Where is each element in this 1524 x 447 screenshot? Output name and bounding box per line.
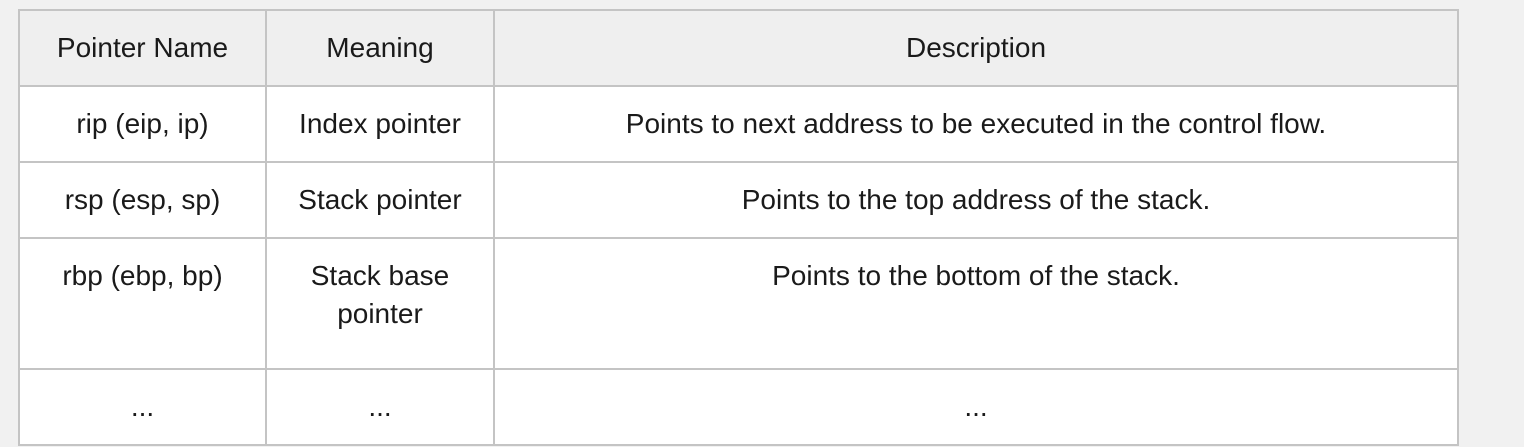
cell-pointer-name: rsp (esp, sp) [18, 161, 267, 239]
pointer-table: Pointer Name Meaning Description rip (ei… [18, 9, 1459, 446]
cell-description: Points to next address to be executed in… [493, 85, 1459, 163]
table-row: rbp (ebp, bp) Stack base pointer Points … [18, 237, 1459, 370]
cell-meaning: Stack base pointer [265, 237, 495, 370]
cell-pointer-name: rbp (ebp, bp) [18, 237, 267, 370]
cell-meaning: ... [265, 368, 495, 446]
table-row: rsp (esp, sp) Stack pointer Points to th… [18, 161, 1459, 239]
cell-meaning: Stack pointer [265, 161, 495, 239]
header-pointer-name: Pointer Name [18, 9, 267, 87]
table-header-row: Pointer Name Meaning Description [18, 9, 1459, 87]
cell-description: ... [493, 368, 1459, 446]
header-meaning: Meaning [265, 9, 495, 87]
cell-description: Points to the top address of the stack. [493, 161, 1459, 239]
table-row: rip (eip, ip) Index pointer Points to ne… [18, 85, 1459, 163]
cell-pointer-name: rip (eip, ip) [18, 85, 267, 163]
slide: Pointer Name Meaning Description rip (ei… [0, 0, 1524, 447]
cell-pointer-name: ... [18, 368, 267, 446]
cell-meaning: Index pointer [265, 85, 495, 163]
header-description: Description [493, 9, 1459, 87]
cell-description: Points to the bottom of the stack. [493, 237, 1459, 370]
table-row: ... ... ... [18, 368, 1459, 446]
